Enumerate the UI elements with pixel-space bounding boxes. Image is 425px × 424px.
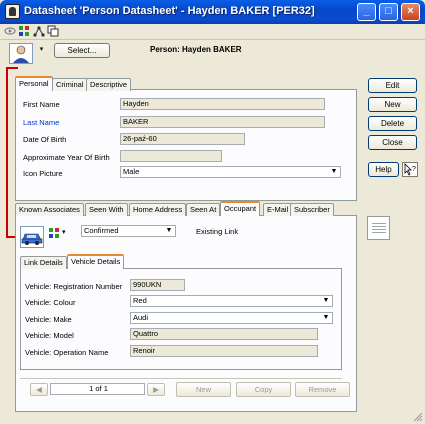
dob-field[interactable]: 26-paź-60	[120, 133, 245, 145]
copy-icon[interactable]	[47, 25, 59, 37]
link-status-select[interactable]: Confirmed ▼	[81, 225, 176, 237]
link-chart-icon[interactable]	[18, 25, 30, 37]
delete-button[interactable]: Delete	[368, 116, 417, 131]
model-label: Vehicle: Model	[25, 331, 74, 340]
tab-seen-with[interactable]: Seen With	[85, 203, 128, 216]
registration-field[interactable]: 990UKN	[130, 279, 185, 291]
minimize-button[interactable]: _	[357, 3, 376, 21]
close-window-button[interactable]: ×	[401, 3, 420, 21]
chevron-down-icon[interactable]: ▼	[320, 313, 332, 323]
tab-seen-at[interactable]: Seen At	[186, 203, 221, 216]
tab-home-address[interactable]: Home Address	[129, 203, 187, 216]
icon-picture-select[interactable]: Male ▼	[120, 166, 341, 178]
operation-name-field[interactable]: Renoir	[130, 345, 318, 357]
last-name-label[interactable]: Last Name	[23, 118, 59, 127]
whats-this-help-button[interactable]: ?	[402, 162, 418, 177]
make-value: Audi	[133, 313, 149, 322]
select-button[interactable]: Select...	[54, 43, 110, 58]
dob-label: Date Of Birth	[23, 135, 67, 144]
vehicle-avatar[interactable]	[20, 226, 44, 248]
page-indicator: 1 of 1	[50, 383, 145, 395]
eye-icon[interactable]	[4, 25, 16, 37]
link-type-dropdown-icon[interactable]: ▾	[62, 228, 66, 236]
person-avatar[interactable]	[9, 43, 33, 64]
tab-vehicle-details[interactable]: Vehicle Details	[67, 254, 125, 269]
person-title: Person: Hayden BAKER	[150, 45, 242, 54]
make-select[interactable]: Audi ▼	[130, 312, 333, 324]
grid-view-icon[interactable]	[367, 216, 390, 240]
existing-link-label: Existing Link	[196, 227, 239, 236]
tab-link-details[interactable]: Link Details	[20, 256, 67, 269]
approx-year-label: Approximate Year Of Birth	[23, 153, 110, 162]
tab-email[interactable]: E-Mail	[263, 203, 293, 216]
make-label: Vehicle: Make	[25, 315, 72, 324]
network-icon[interactable]	[33, 25, 45, 37]
icon-picture-value: Male	[123, 167, 140, 176]
window-title: Datasheet 'Person Datasheet' - Hayden BA…	[24, 5, 315, 17]
tab-known-associates[interactable]: Known Associates	[15, 203, 84, 216]
operation-name-label: Vehicle: Operation Name	[25, 348, 109, 357]
nav-new-button[interactable]: New	[176, 382, 231, 397]
close-button[interactable]: Close	[368, 135, 417, 150]
tab-subscriber[interactable]: Subscriber	[290, 203, 334, 216]
car-icon	[21, 233, 43, 245]
last-name-field[interactable]: BAKER	[120, 116, 325, 128]
colour-label: Vehicle: Colour	[25, 298, 76, 307]
avatar-dropdown-icon[interactable]: ▾	[37, 43, 46, 57]
link-connector-top	[6, 67, 18, 69]
resize-grip-icon[interactable]	[411, 410, 423, 422]
svg-text:?: ?	[412, 166, 416, 173]
first-name-label: First Name	[23, 100, 60, 109]
tab-occupant[interactable]: Occupant	[220, 201, 261, 216]
tab-descriptive[interactable]: Descriptive	[86, 78, 132, 91]
link-connector	[6, 67, 8, 238]
previous-page-button[interactable]: ◀	[30, 383, 48, 396]
approx-year-field[interactable]	[120, 150, 222, 162]
chevron-down-icon[interactable]: ▼	[328, 167, 340, 177]
toolbar	[0, 24, 425, 40]
registration-label: Vehicle: Registration Number	[25, 282, 123, 291]
new-button[interactable]: New	[368, 97, 417, 112]
link-status-value: Confirmed	[84, 226, 119, 235]
nav-remove-button[interactable]: Remove	[295, 382, 350, 397]
divider	[20, 378, 342, 379]
help-button[interactable]: Help	[368, 162, 399, 177]
chevron-down-icon[interactable]: ▼	[320, 296, 332, 306]
link-type-icon[interactable]	[48, 227, 60, 239]
icon-picture-label: Icon Picture	[23, 169, 63, 178]
chevron-down-icon[interactable]: ▼	[163, 226, 175, 236]
colour-select[interactable]: Red ▼	[130, 295, 333, 307]
first-name-field[interactable]: Hayden	[120, 98, 325, 110]
edit-button[interactable]: Edit	[368, 78, 417, 93]
tab-criminal[interactable]: Criminal	[52, 78, 88, 91]
maximize-button[interactable]: □	[379, 3, 398, 21]
app-icon	[5, 4, 20, 19]
nav-copy-button[interactable]: Copy	[236, 382, 291, 397]
model-field[interactable]: Quattro	[130, 328, 318, 340]
person-icon	[13, 45, 29, 63]
help-pointer-icon: ?	[404, 163, 416, 176]
next-page-button[interactable]: ▶	[147, 383, 165, 396]
colour-value: Red	[133, 296, 147, 305]
tab-personal[interactable]: Personal	[15, 76, 53, 91]
